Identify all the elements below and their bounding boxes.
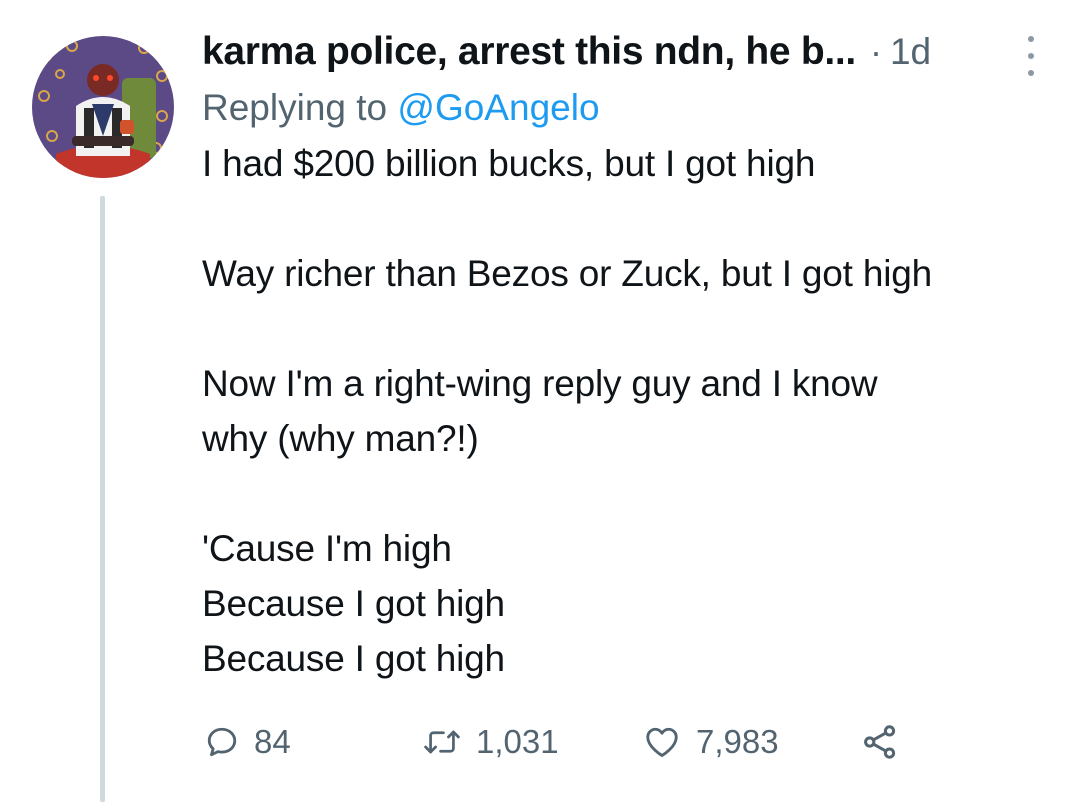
like-count: 7,983 [696,723,779,760]
share-icon [864,725,896,759]
tweet-line: 'Cause I'm high [202,528,452,569]
tweet-header: karma police, arrest this ndn, he b... ·… [202,26,1052,78]
tweet-line: why (why man?!) [202,418,479,459]
tweet-blank-line [202,466,1052,521]
retweet-count: 1,031 [476,723,559,760]
tweet: karma police, arrest this ndn, he b... ·… [0,0,1080,802]
reply-count: 84 [254,723,291,760]
like-button[interactable]: 7,983 [642,716,779,768]
reply-button[interactable]: 84 [204,716,291,768]
tweet-line: Now I'm a right-wing reply guy and I kno… [202,363,878,404]
thread-line [100,196,105,802]
tweet-text: I had $200 billion bucks, but I got high… [202,136,1052,686]
replying-to-handle[interactable]: @GoAngelo [397,87,599,128]
tweet-line: Way richer than Bezos or Zuck, but I got… [202,253,932,294]
reply-bubble-icon [207,727,237,757]
retweet-button[interactable]: 1,031 [422,716,559,768]
tweet-line: Because I got high [202,638,505,679]
tweet-actions: 84 1,031 7,983 [204,716,924,768]
tweet-line: Because I got high [202,583,505,624]
heart-icon [646,727,678,757]
display-name[interactable]: karma police, arrest this ndn, he b... [202,30,856,74]
replying-to: Replying to @GoAngelo [202,80,1052,136]
avatar[interactable] [32,36,174,178]
avatar-image [32,36,174,178]
tweet-content: karma police, arrest this ndn, he b... ·… [202,26,1052,686]
timestamp[interactable]: 1d [890,31,931,73]
replying-to-label: Replying to [202,87,388,128]
retweet-icon [424,730,460,754]
tweet-line: I had $200 billion bucks, but I got high [202,143,816,184]
share-button[interactable] [860,716,900,768]
more-vertical-icon[interactable] [1016,34,1046,78]
tweet-blank-line [202,191,1052,246]
tweet-blank-line [202,301,1052,356]
separator-dot: · [869,31,882,72]
